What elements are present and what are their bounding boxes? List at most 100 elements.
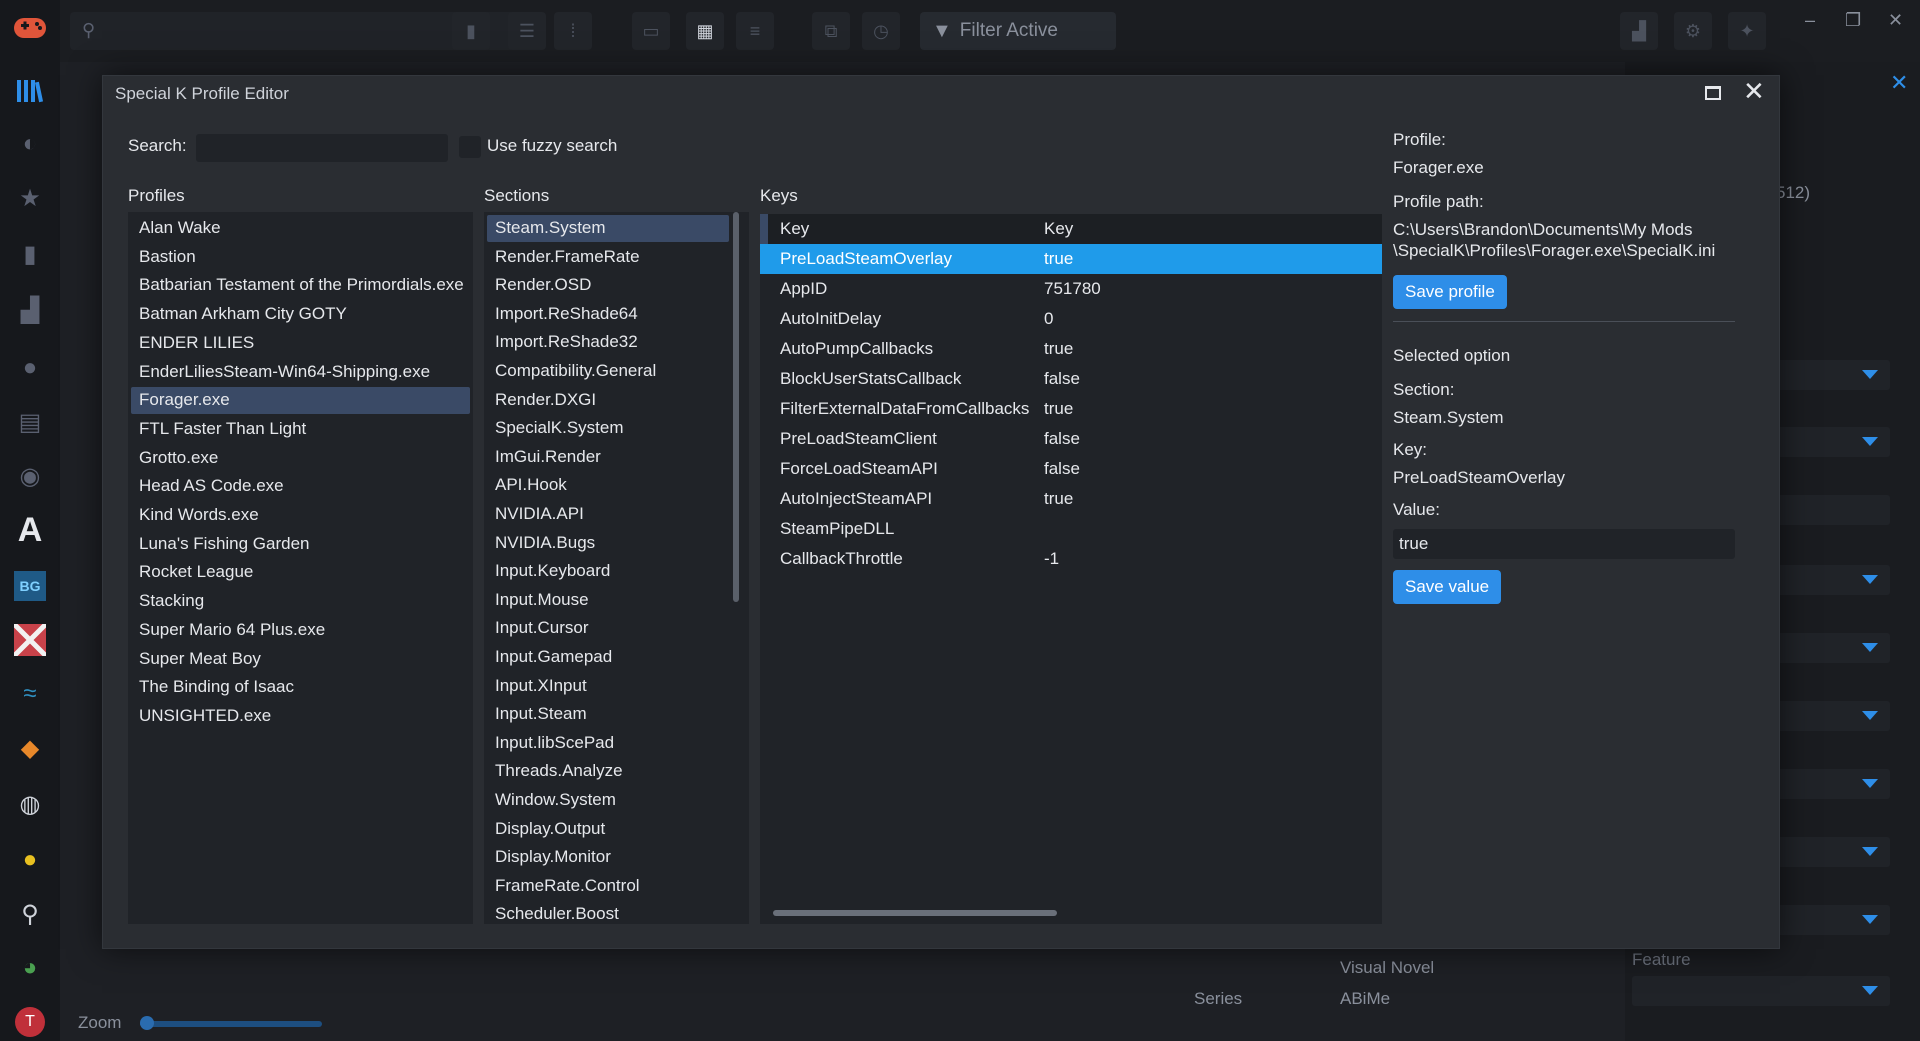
dialog-close-button[interactable]: ✕: [1743, 78, 1765, 104]
settings-button[interactable]: ⚙: [1674, 12, 1712, 50]
stats-icon[interactable]: ▟: [12, 292, 48, 328]
keys-table-row[interactable]: CallbackThrottle -1: [760, 544, 1382, 574]
stats-button[interactable]: ▟: [1620, 12, 1658, 50]
eye-icon[interactable]: ◉: [12, 458, 48, 494]
globe-icon[interactable]: ◕: [12, 950, 48, 986]
section-list-item[interactable]: Threads.Analyze: [487, 758, 729, 785]
library-icon[interactable]: [12, 72, 48, 108]
profile-list-item[interactable]: The Binding of Isaac: [131, 674, 470, 701]
font-a-icon[interactable]: A: [12, 511, 48, 549]
search-sidebar-icon[interactable]: ⚲: [12, 896, 48, 932]
keys-table-row[interactable]: PreLoadSteamClient false: [760, 424, 1382, 454]
bookmark-icon[interactable]: ▮: [12, 236, 48, 272]
keys-table-row[interactable]: PreLoadSteamOverlay true: [760, 244, 1382, 274]
restore-button[interactable]: ❐: [1845, 10, 1861, 31]
search-input[interactable]: [196, 134, 448, 162]
fuzzy-search-checkbox[interactable]: [459, 136, 481, 158]
profile-list-item[interactable]: Head AS Code.exe: [131, 473, 470, 500]
save-value-button[interactable]: Save value: [1393, 570, 1502, 604]
grid-view-button[interactable]: ▦: [686, 12, 724, 50]
section-list-item[interactable]: Input.Gamepad: [487, 644, 729, 671]
bg-icon[interactable]: BG: [12, 568, 48, 604]
section-list-item[interactable]: NVIDIA.API: [487, 501, 729, 528]
section-list-item[interactable]: Display.Monitor: [487, 844, 729, 871]
feature-dropdown[interactable]: [1632, 976, 1890, 1006]
section-list-item[interactable]: Window.System: [487, 787, 729, 814]
section-list-item[interactable]: Render.FrameRate: [487, 244, 729, 271]
section-list-item[interactable]: NVIDIA.Bugs: [487, 530, 729, 557]
section-list-item[interactable]: Render.OSD: [487, 272, 729, 299]
filter-active-button[interactable]: ▼ Filter Active: [920, 12, 1116, 50]
section-list-item[interactable]: Render.DXGI: [487, 387, 729, 414]
list-view-button[interactable]: ☰: [508, 12, 546, 50]
profile-list-item[interactable]: Rocket League: [131, 559, 470, 586]
profile-list-item[interactable]: Batman Arkham City GOTY: [131, 301, 470, 328]
star-icon[interactable]: ★: [12, 180, 48, 216]
explore-icon[interactable]: ◐: [12, 126, 48, 162]
keys-table-row[interactable]: AutoInitDelay 0: [760, 304, 1382, 334]
keys-table-row[interactable]: SteamPipeDLL: [760, 514, 1382, 544]
avatar-icon[interactable]: T: [12, 1004, 48, 1040]
section-list-item[interactable]: Scheduler.Boost: [487, 901, 729, 924]
keys-table-row[interactable]: AppID 751780: [760, 274, 1382, 304]
panel-close-icon[interactable]: ✕: [1890, 70, 1908, 96]
profile-list-item[interactable]: Super Mario 64 Plus.exe: [131, 617, 470, 644]
keys-table-row[interactable]: AutoInjectSteamAPI true: [760, 484, 1382, 514]
keys-table-row[interactable]: FilterExternalDataFromCallbacks true: [760, 394, 1382, 424]
profile-list-item[interactable]: Kind Words.exe: [131, 502, 470, 529]
zoom-slider-handle[interactable]: [140, 1016, 154, 1030]
save-profile-button[interactable]: Save profile: [1393, 275, 1507, 309]
maximize-button[interactable]: [1705, 86, 1721, 100]
section-list-item[interactable]: Input.libScePad: [487, 730, 729, 757]
column-header-key[interactable]: Key: [780, 219, 809, 239]
section-list-item[interactable]: Input.Cursor: [487, 615, 729, 642]
section-list-item[interactable]: Import.ReShade64: [487, 301, 729, 328]
profile-list-item[interactable]: Stacking: [131, 588, 470, 615]
details-view-button[interactable]: ▭: [632, 12, 670, 50]
keys-table-row[interactable]: ForceLoadSteamAPI false: [760, 454, 1382, 484]
keys-table-row[interactable]: AutoPumpCallbacks true: [760, 334, 1382, 364]
sections-scrollbar[interactable]: [733, 212, 739, 602]
profile-list-item[interactable]: Bastion: [131, 244, 470, 271]
section-list-item[interactable]: Display.Output: [487, 816, 729, 843]
controller-button[interactable]: ✦: [1728, 12, 1766, 50]
section-list-item[interactable]: Import.ReShade32: [487, 329, 729, 356]
addon-icon[interactable]: ●: [12, 350, 48, 386]
section-list-item[interactable]: API.Hook: [487, 472, 729, 499]
profile-list-item[interactable]: Forager.exe: [131, 387, 470, 415]
value-input[interactable]: true: [1393, 529, 1735, 559]
keys-horizontal-scrollbar[interactable]: [773, 910, 1057, 916]
compact-list-button[interactable]: ≡: [736, 12, 774, 50]
random-game-button[interactable]: ⧉: [812, 12, 850, 50]
profile-list-item[interactable]: UNSIGHTED.exe: [131, 703, 470, 730]
duck-icon[interactable]: ●: [12, 842, 48, 878]
section-list-item[interactable]: Input.Keyboard: [487, 558, 729, 585]
cross-flag-icon[interactable]: [12, 622, 48, 658]
bookmark-filter-button[interactable]: ▮: [452, 12, 490, 50]
section-list-item[interactable]: Input.XInput: [487, 673, 729, 700]
dolphin-icon[interactable]: ≈: [12, 676, 48, 712]
profile-list-item[interactable]: Grotto.exe: [131, 445, 470, 472]
section-list-item[interactable]: SpecialK.System: [487, 415, 729, 442]
column-header-value[interactable]: Key: [1044, 219, 1073, 239]
zoom-slider[interactable]: [140, 1021, 322, 1027]
section-list-item[interactable]: FrameRate.Control: [487, 873, 729, 900]
profile-list-item[interactable]: EnderLiliesSteam-Win64-Shipping.exe: [131, 359, 470, 386]
profile-list-item[interactable]: ENDER LILIES: [131, 330, 470, 357]
fox-icon[interactable]: ◆: [12, 730, 48, 766]
app-close-button[interactable]: ✕: [1888, 10, 1903, 31]
minimize-button[interactable]: –: [1805, 10, 1815, 31]
profile-list-item[interactable]: Alan Wake: [131, 215, 470, 242]
profile-list-item[interactable]: Batbarian Testament of the Primordials.e…: [131, 272, 470, 299]
clock-button[interactable]: ◷: [862, 12, 900, 50]
disc-icon[interactable]: ◍: [12, 786, 48, 822]
section-list-item[interactable]: Compatibility.General: [487, 358, 729, 385]
column-view-button[interactable]: ⁞: [554, 12, 592, 50]
profile-list-item[interactable]: Luna's Fishing Garden: [131, 531, 470, 558]
section-list-item[interactable]: ImGui.Render: [487, 444, 729, 471]
profile-list-item[interactable]: Super Meat Boy: [131, 646, 470, 673]
section-list-item[interactable]: Steam.System: [487, 215, 729, 242]
section-list-item[interactable]: Input.Steam: [487, 701, 729, 728]
news-icon[interactable]: ▤: [12, 404, 48, 440]
section-list-item[interactable]: Input.Mouse: [487, 587, 729, 614]
